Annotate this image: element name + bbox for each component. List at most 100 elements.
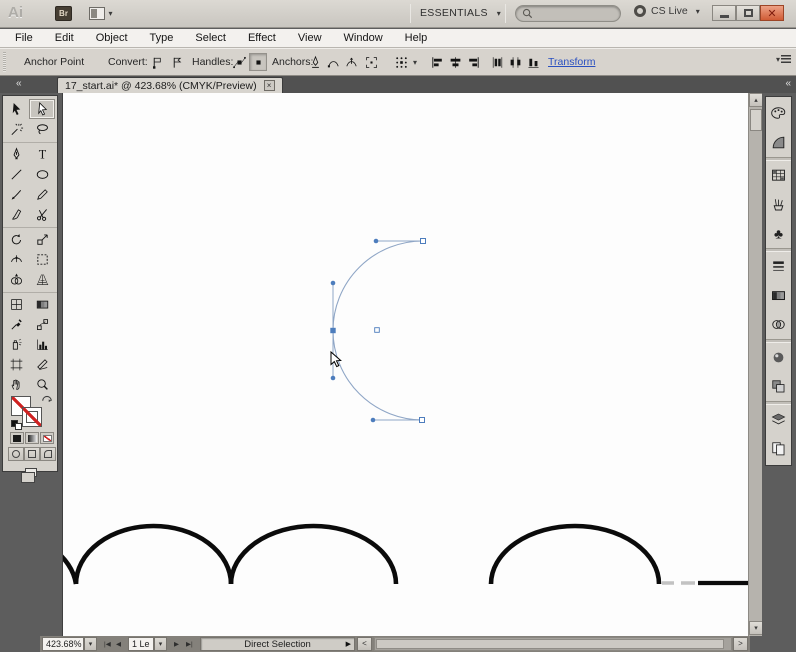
scissors-tool[interactable] xyxy=(29,204,55,224)
width-tool[interactable] xyxy=(3,249,29,269)
menu-effect[interactable]: Effect xyxy=(237,29,287,47)
draw-inside-button[interactable] xyxy=(40,447,56,461)
distribute-left-button[interactable] xyxy=(488,53,506,71)
none-button[interactable] xyxy=(40,432,54,444)
eyedropper-tool[interactable] xyxy=(3,314,29,334)
menu-type[interactable]: Type xyxy=(139,29,185,47)
color-button[interactable] xyxy=(10,432,24,444)
screen-mode-button[interactable] xyxy=(19,464,43,480)
menu-file[interactable]: File xyxy=(4,29,44,47)
zoom-level-field[interactable]: 423.68% xyxy=(42,637,84,651)
stroke-panel-button[interactable] xyxy=(766,252,791,281)
minimize-button[interactable] xyxy=(712,5,736,21)
direction-handle-dot[interactable] xyxy=(331,281,336,286)
menu-window[interactable]: Window xyxy=(333,29,394,47)
scale-tool[interactable] xyxy=(29,229,55,249)
canvas[interactable] xyxy=(62,93,748,636)
isolate-selection-button[interactable] xyxy=(362,53,380,71)
artboard-navigation-field[interactable]: 1 Le xyxy=(128,637,154,651)
align-center-button[interactable] xyxy=(446,53,464,71)
scroll-right-button[interactable]: > xyxy=(733,637,748,651)
convert-to-corner-button[interactable] xyxy=(148,53,166,71)
selected-path[interactable] xyxy=(333,241,423,420)
align-left-button[interactable] xyxy=(428,53,446,71)
gradient-tool[interactable] xyxy=(29,294,55,314)
swatches-panel-button[interactable] xyxy=(766,161,791,190)
lasso-tool[interactable] xyxy=(29,119,55,139)
zoom-tool[interactable] xyxy=(29,374,55,394)
graphic-styles-panel-button[interactable] xyxy=(766,372,791,401)
draw-normal-button[interactable] xyxy=(8,447,24,461)
black-arc-path[interactable] xyxy=(76,526,231,584)
appearance-panel-button[interactable] xyxy=(766,343,791,372)
next-artboard-button[interactable]: ▶ xyxy=(172,638,181,650)
collapse-tools-chevron[interactable]: « xyxy=(16,78,22,89)
slice-tool[interactable] xyxy=(29,354,55,374)
menu-help[interactable]: Help xyxy=(394,29,439,47)
menu-edit[interactable]: Edit xyxy=(44,29,85,47)
vertical-scrollbar[interactable]: ▴ ▾ xyxy=(748,93,762,636)
anchor-point[interactable] xyxy=(421,239,426,244)
hand-tool[interactable] xyxy=(3,374,29,394)
black-arc-path[interactable] xyxy=(63,533,76,584)
selection-tool[interactable] xyxy=(3,99,29,119)
menu-object[interactable]: Object xyxy=(85,29,139,47)
panel-grip[interactable] xyxy=(3,52,6,72)
close-button[interactable]: ✕ xyxy=(760,5,784,21)
rotate-tool[interactable] xyxy=(3,229,29,249)
search-box[interactable] xyxy=(515,5,621,22)
artboards-panel-button[interactable] xyxy=(766,434,791,463)
convert-to-smooth-button[interactable] xyxy=(168,53,186,71)
type-tool[interactable]: T xyxy=(29,144,55,164)
scroll-left-button[interactable]: < xyxy=(357,637,372,651)
distribute-center-button[interactable] xyxy=(506,53,524,71)
menu-select[interactable]: Select xyxy=(184,29,237,47)
free-transform-tool[interactable] xyxy=(29,249,55,269)
artboard-navigation-dropdown[interactable]: ▾ xyxy=(154,637,167,651)
brushes-panel-button[interactable] xyxy=(766,190,791,219)
horizontal-scrollbar[interactable] xyxy=(374,637,732,651)
shape-builder-tool[interactable] xyxy=(3,269,29,289)
status-display[interactable]: Direct Selection ▶ xyxy=(200,637,355,651)
column-graph-tool[interactable] xyxy=(29,334,55,354)
direction-handle-dot[interactable] xyxy=(371,418,376,423)
color-panel-button[interactable] xyxy=(766,99,791,128)
align-right-button[interactable] xyxy=(464,53,482,71)
cut-path-button[interactable] xyxy=(342,53,360,71)
layers-panel-button[interactable] xyxy=(766,405,791,434)
first-artboard-button[interactable]: |◀ xyxy=(102,638,113,650)
distribute-right-button[interactable] xyxy=(524,53,542,71)
workspace-switcher[interactable]: ESSENTIALS ▾ xyxy=(420,7,501,19)
menu-view[interactable]: View xyxy=(287,29,333,47)
search-input[interactable] xyxy=(533,7,613,20)
paintbrush-tool[interactable] xyxy=(3,184,29,204)
scroll-down-button[interactable]: ▾ xyxy=(749,621,763,635)
show-handles-button[interactable] xyxy=(230,53,248,71)
last-artboard-button[interactable]: ▶| xyxy=(184,638,195,650)
perspective-grid-tool[interactable] xyxy=(29,269,55,289)
transparency-panel-button[interactable] xyxy=(766,310,791,339)
arrange-documents-button[interactable]: ▾ xyxy=(86,6,116,21)
line-segment-tool[interactable] xyxy=(3,164,29,184)
black-arc-path[interactable] xyxy=(491,526,659,584)
reference-point-locator[interactable] xyxy=(392,53,410,71)
draw-behind-button[interactable] xyxy=(24,447,40,461)
anchor-point[interactable] xyxy=(420,418,425,423)
previous-artboard-button[interactable]: ◀ xyxy=(114,638,123,650)
connect-anchors-button[interactable] xyxy=(324,53,342,71)
mesh-tool[interactable] xyxy=(3,294,29,314)
pencil-tool[interactable] xyxy=(29,184,55,204)
transform-link[interactable]: Transform xyxy=(548,56,595,68)
color-guide-panel-button[interactable] xyxy=(766,128,791,157)
restore-button[interactable] xyxy=(736,5,760,21)
pen-tool[interactable] xyxy=(3,144,29,164)
magic-wand-tool[interactable] xyxy=(3,119,29,139)
gradient-button[interactable] xyxy=(25,432,39,444)
selected-anchor-point[interactable] xyxy=(330,328,335,333)
direction-handle-dot[interactable] xyxy=(374,239,379,244)
cs-live-button[interactable]: CS Live ▾ xyxy=(634,5,700,17)
direction-handle-dot[interactable] xyxy=(331,376,336,381)
ellipse-tool[interactable] xyxy=(29,164,55,184)
swap-fill-stroke-icon[interactable] xyxy=(41,394,53,404)
scroll-up-button[interactable]: ▴ xyxy=(749,93,763,107)
